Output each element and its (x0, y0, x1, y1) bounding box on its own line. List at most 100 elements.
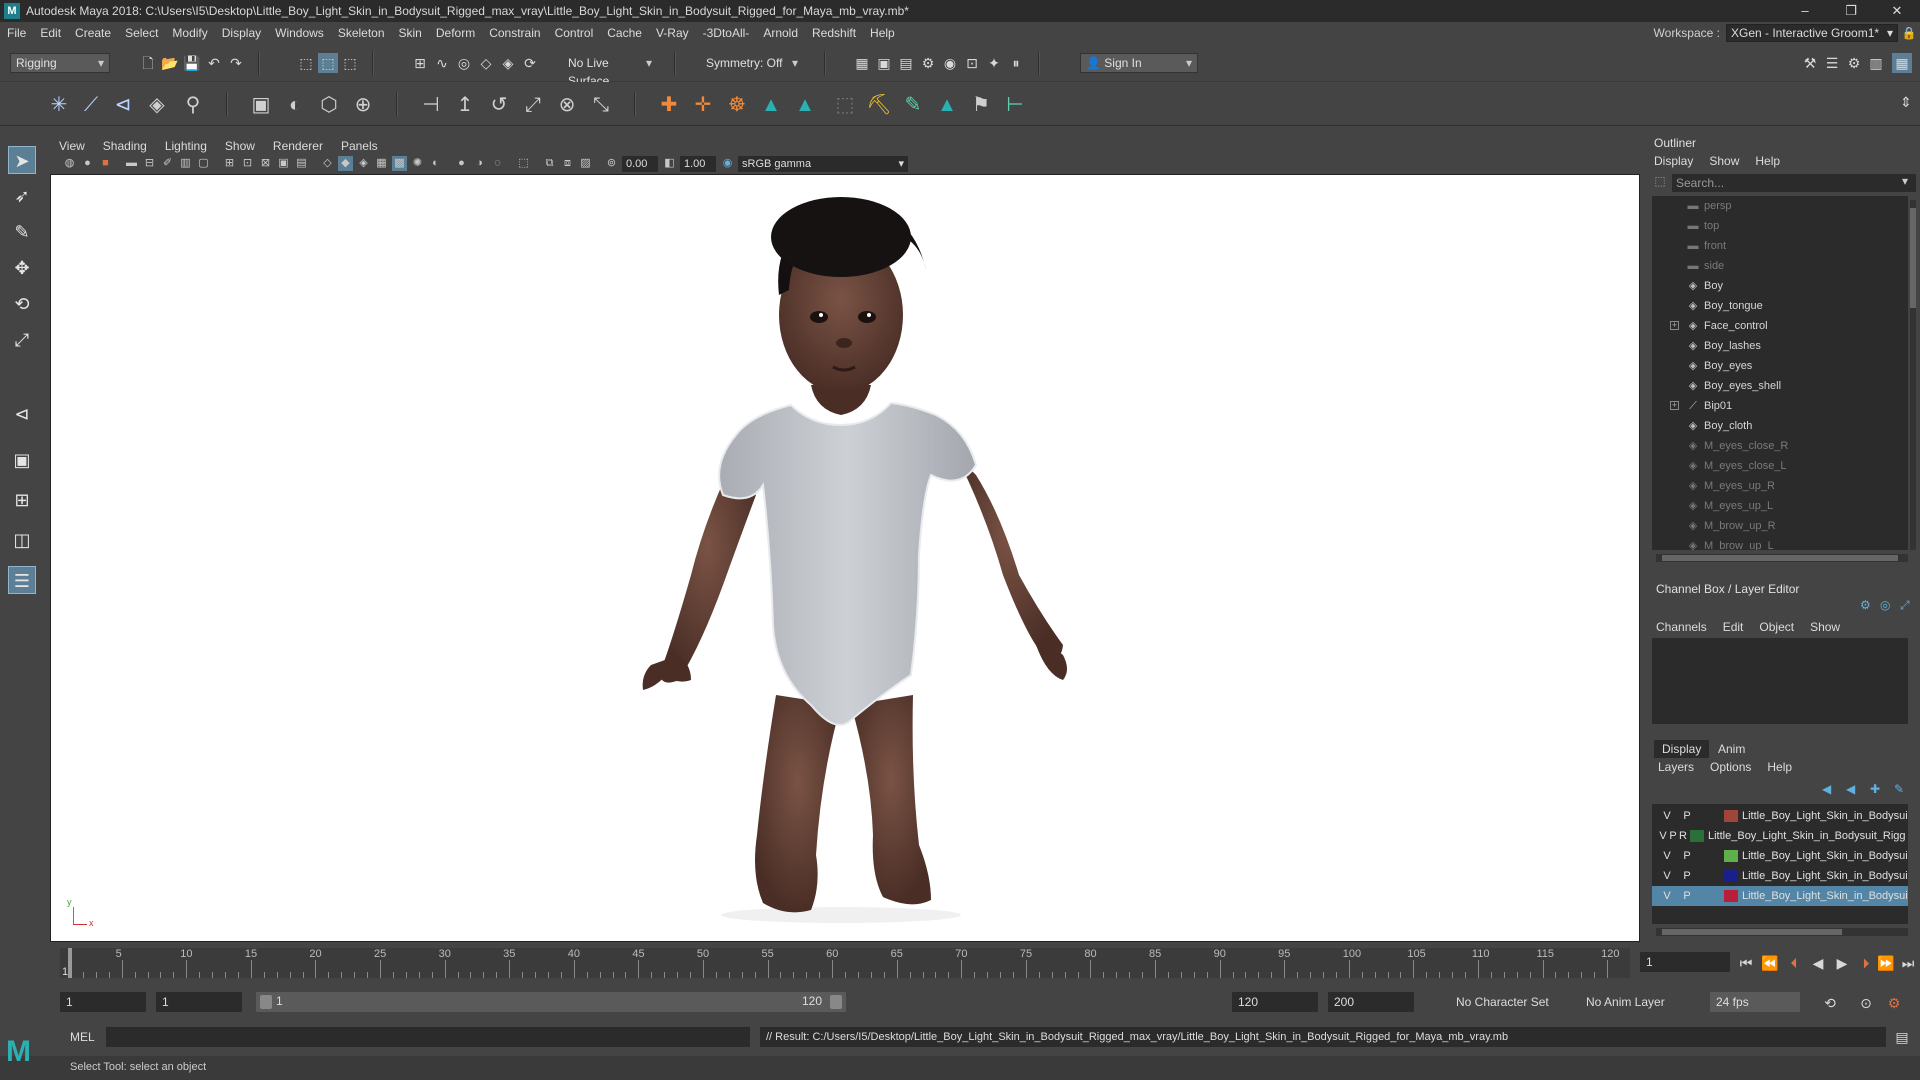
pause-icon[interactable]: ⏸ (1006, 53, 1026, 73)
motion-blur-icon[interactable]: ◑ (472, 156, 487, 171)
lock-icon[interactable]: 🔒 (1898, 26, 1920, 40)
outliner-menu-help[interactable]: Help (1755, 154, 1780, 168)
minimize-button[interactable]: – (1782, 0, 1828, 22)
hik-control-icon[interactable]: ▲ (792, 92, 818, 118)
menu-v-ray[interactable]: V-Ray (649, 26, 696, 40)
layer-color-swatch[interactable] (1690, 830, 1704, 842)
move-layer-up-icon[interactable]: ◀ (1822, 782, 1831, 796)
redo-icon[interactable]: ↷ (226, 53, 246, 73)
lasso-tool-icon[interactable]: ➶ (8, 182, 36, 210)
time-slider[interactable]: 5 10 15 20 25 30 35 40 45 50 55 60 65 70 75 80 85 90 95 100… (50, 946, 1640, 980)
safe-title-icon[interactable]: ▤ (294, 156, 309, 171)
outliner-item[interactable]: ◈ Boy_lashes (1652, 336, 1908, 356)
hypershade-icon[interactable]: ◉ (940, 53, 960, 73)
go-to-end-icon[interactable]: ⏭ (1898, 953, 1918, 973)
select-camera-icon[interactable]: ◍ (62, 156, 77, 171)
viewport-menu-renderer[interactable]: Renderer (264, 139, 332, 153)
playback-end-field[interactable]: 120 (1232, 992, 1318, 1012)
lattice-icon[interactable]: ⊕ (350, 92, 376, 118)
perspective-viewport[interactable]: y x (50, 174, 1640, 942)
orient-constraint-icon[interactable]: ↺ (486, 92, 512, 118)
layer-row[interactable]: VP Little_Boy_Light_Skin_in_Bodysuit_Ri (1652, 846, 1908, 866)
pole-vector-icon[interactable]: ⤡ (588, 92, 614, 118)
paint-select-tool-icon[interactable]: ✎ (8, 218, 36, 246)
channel-box-icon-a[interactable]: ⚙ (1860, 598, 1871, 612)
playback-toggle[interactable]: P (1680, 886, 1694, 906)
outliner-layout-icon[interactable]: ☰ (8, 566, 36, 594)
step-back-frame-icon[interactable]: ⏴ (1784, 953, 1804, 973)
two-view-icon[interactable]: ◫ (8, 526, 36, 554)
viewport-menu-view[interactable]: View (50, 139, 94, 153)
menu-skin[interactable]: Skin (392, 26, 429, 40)
menu-control[interactable]: Control (548, 26, 601, 40)
channel-box-menu-show[interactable]: Show (1810, 620, 1840, 634)
reference-toggle[interactable]: R (1676, 826, 1690, 846)
script-editor-icon[interactable]: ▤ (1892, 1027, 1912, 1047)
playback-start-field[interactable]: 1 (156, 992, 242, 1012)
aim-constraint-icon[interactable]: ↥ (452, 92, 478, 118)
layer-row[interactable]: V P Little_Boy_Light_Skin_in_Bodysuit (1652, 866, 1908, 886)
textured-icon[interactable]: ▩ (392, 156, 407, 171)
new-layer-selected-icon[interactable]: ✎ (1894, 782, 1904, 796)
outliner-item[interactable]: ◈ Boy_tongue (1652, 296, 1908, 316)
menu-windows[interactable]: Windows (268, 26, 331, 40)
wireframe-on-shaded-icon[interactable]: ◈ (356, 156, 371, 171)
tab-anim[interactable]: Anim (1710, 740, 1753, 758)
menu-select[interactable]: Select (118, 26, 165, 40)
outliner-item[interactable]: + ◈ Face_control (1652, 316, 1908, 336)
close-button[interactable]: ✕ (1874, 0, 1920, 22)
playback-toggle[interactable]: P (1680, 806, 1694, 826)
menu-arnold[interactable]: Arnold (756, 26, 805, 40)
animation-start-field[interactable]: 1 (60, 992, 146, 1012)
safe-action-icon[interactable]: ▣ (276, 156, 291, 171)
range-end-handle[interactable] (830, 995, 842, 1009)
play-forwards-icon[interactable]: ▶ (1832, 953, 1852, 973)
filter-icon[interactable]: ⬚ (1652, 174, 1668, 192)
color-management-icon[interactable]: ◉ (720, 156, 735, 171)
outliner-item[interactable]: ◈ Boy_eyes_shell (1652, 376, 1908, 396)
menu-help[interactable]: Help (863, 26, 902, 40)
tab-display[interactable]: Display (1654, 740, 1710, 758)
outliner-menu-display[interactable]: Display (1654, 154, 1693, 168)
visibility-toggle[interactable]: V (1660, 846, 1674, 866)
joint-tool-icon[interactable]: ✳ (46, 92, 72, 118)
anti-aliasing-icon[interactable]: ◌ (490, 156, 505, 171)
outliner-item[interactable]: ◈ M_brow_up_L (1652, 536, 1908, 550)
camera-attributes-icon[interactable]: ● (80, 156, 95, 171)
xray-joints-icon[interactable]: ⧉ (542, 156, 557, 171)
layer-h-scrollbar[interactable] (1656, 928, 1908, 936)
anim-layer-selector[interactable]: No Anim Layer (1580, 992, 1688, 1012)
ambient-occlusion-icon[interactable]: ● (454, 156, 469, 171)
channel-box-icon-c[interactable]: ⤢ (1900, 598, 1910, 613)
last-tool-icon[interactable]: ⊲ (8, 400, 36, 428)
range-bar[interactable]: 1 120 (256, 992, 846, 1012)
outliner-item[interactable]: ◈ Boy_eyes (1652, 356, 1908, 376)
new-layer-icon[interactable]: ✚ (1870, 782, 1880, 796)
expand-icon[interactable]: + (1670, 321, 1679, 330)
preferences-icon[interactable]: ⚙ (1884, 993, 1904, 1013)
gamma-icon[interactable]: ◧ (662, 156, 677, 171)
menu-constrain[interactable]: Constrain (482, 26, 547, 40)
outliner-item[interactable]: ◈ Boy_cloth (1652, 416, 1908, 436)
sign-in-button[interactable]: 👤 Sign In (1080, 53, 1198, 73)
viewport-menu-show[interactable]: Show (216, 139, 264, 153)
visibility-toggle[interactable]: V (1660, 886, 1674, 906)
xray-active-icon[interactable]: ⧈ (560, 156, 575, 171)
rotate-tool-icon[interactable]: ⟲ (8, 290, 36, 318)
range-start-handle[interactable] (260, 995, 272, 1009)
gate-mask-icon[interactable]: ⊡ (240, 156, 255, 171)
new-scene-icon[interactable]: 🗋 (138, 53, 158, 73)
outliner-scrollbar[interactable] (1910, 200, 1916, 550)
menu-deform[interactable]: Deform (429, 26, 482, 40)
orient-joint-icon[interactable]: ⚲ (180, 92, 206, 118)
snap-view-icon[interactable]: ◇ (476, 53, 496, 73)
render-frame-icon[interactable]: ▣ (874, 53, 894, 73)
bind-skin-icon[interactable]: ▣ (248, 92, 274, 118)
menu-cache[interactable]: Cache (600, 26, 649, 40)
smooth-bind-icon[interactable]: ⬡ (316, 92, 342, 118)
move-layer-down-icon[interactable]: ◀ (1846, 782, 1855, 796)
color-space-selector[interactable]: sRGB gamma ▾ (738, 156, 908, 172)
step-forward-key-icon[interactable]: ⏩ (1876, 953, 1896, 973)
channel-box-icon[interactable]: ▥ (1866, 53, 1886, 73)
script-language-toggle[interactable]: MEL (70, 1030, 95, 1044)
